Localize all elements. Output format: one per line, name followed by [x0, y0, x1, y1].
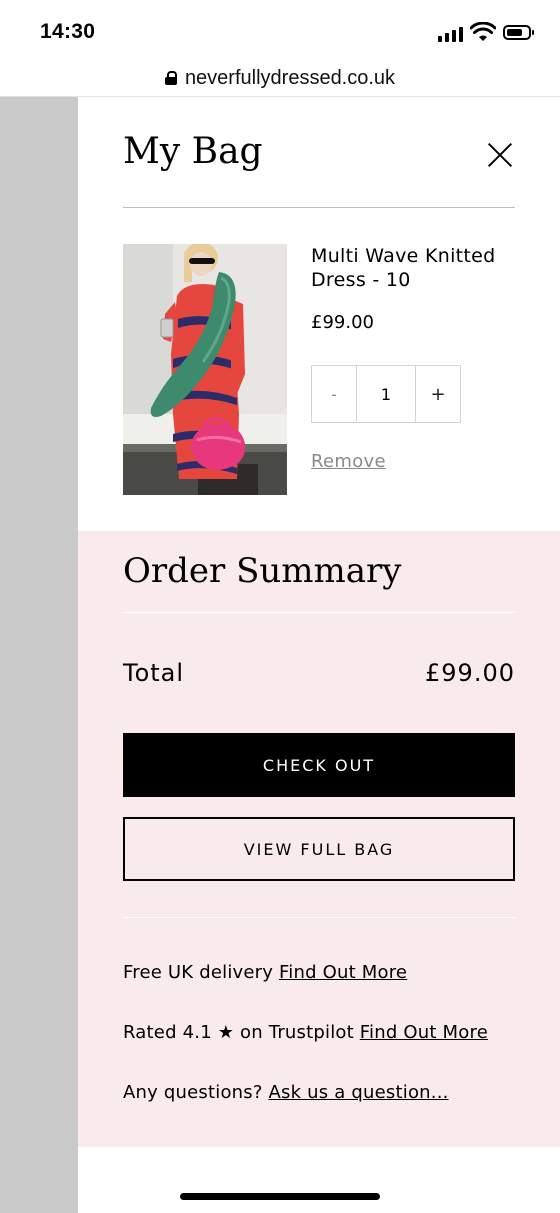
total-value: £99.00 [425, 659, 515, 687]
ask-question-link[interactable]: Ask us a question... [269, 1082, 449, 1103]
summary-title: Order Summary [123, 551, 402, 591]
page-overlay[interactable] [0, 97, 78, 1213]
product-name[interactable]: Multi Wave Knitted Dress - 10 [311, 244, 521, 292]
view-full-bag-button[interactable]: VIEW FULL BAG [123, 817, 515, 881]
lock-icon [164, 71, 177, 85]
increase-quantity-button[interactable]: + [416, 366, 460, 422]
divider [123, 917, 515, 918]
trustpilot-find-out-more-link[interactable]: Find Out More [360, 1022, 488, 1043]
close-icon[interactable] [486, 141, 514, 169]
url-text: neverfullydressed.co.uk [184, 66, 396, 89]
quantity-input[interactable] [356, 366, 416, 422]
total-label: Total [123, 659, 185, 687]
delivery-info: Free UK delivery Find Out More [123, 962, 407, 983]
delivery-text: Free UK delivery [123, 962, 280, 983]
checkout-button[interactable]: CHECK OUT [123, 733, 515, 797]
quantity-stepper: - + [311, 365, 461, 423]
address-bar[interactable]: neverfullydressed.co.uk [0, 60, 560, 97]
signal-icon [438, 26, 463, 42]
wifi-icon [470, 22, 496, 41]
rating-text: Rated 4.1 ★ on Trustpilot [123, 1022, 360, 1043]
divider [123, 207, 515, 208]
divider [123, 612, 515, 613]
questions-info: Any questions? Ask us a question... [123, 1082, 449, 1103]
status-time: 14:30 [40, 20, 96, 43]
order-summary: Order Summary Total £99.00 CHECK OUT VIE… [78, 531, 560, 1147]
trustpilot-info: Rated 4.1 ★ on Trustpilot Find Out More [123, 1022, 488, 1043]
home-indicator[interactable] [180, 1193, 380, 1200]
decrease-quantity-button[interactable]: - [312, 366, 356, 422]
delivery-find-out-more-link[interactable]: Find Out More [279, 962, 407, 983]
bag-title: My Bag [123, 131, 263, 172]
status-bar: 14:30 [0, 0, 560, 60]
remove-link[interactable]: Remove [311, 451, 386, 472]
bag-drawer: My Bag Multi Wave Knitted Dress - 10 £99… [78, 97, 560, 1213]
product-image[interactable] [123, 244, 287, 495]
product-price: £99.00 [311, 312, 374, 333]
battery-icon [503, 25, 534, 40]
questions-text: Any questions? [123, 1082, 269, 1103]
